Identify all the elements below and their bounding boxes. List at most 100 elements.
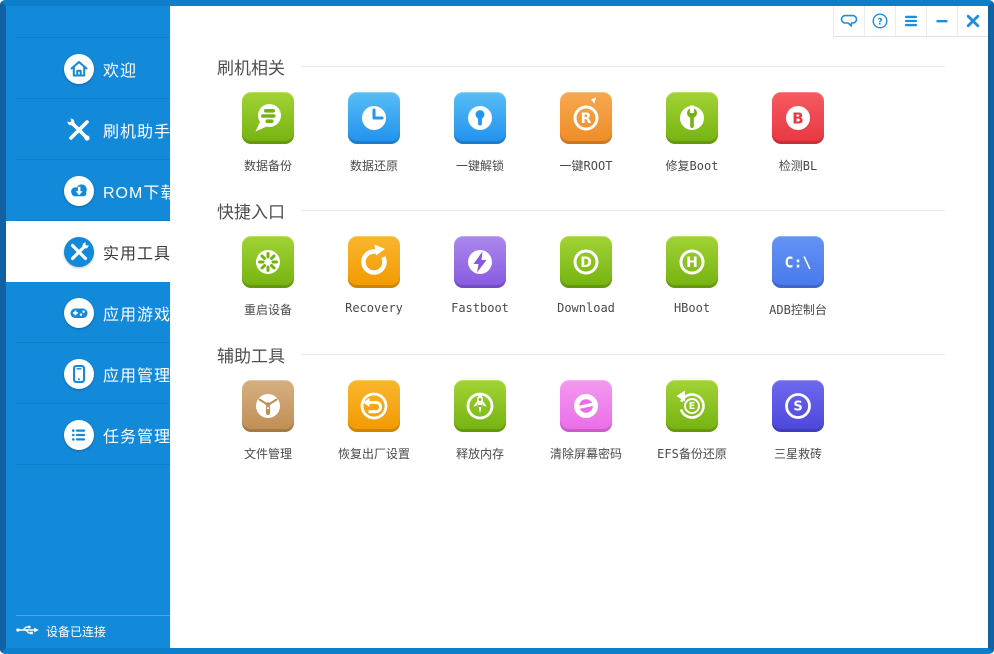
free-memory-icon xyxy=(454,380,506,432)
device-status-bar: 设备已连接 xyxy=(6,615,170,648)
tool-one-key-root[interactable]: R 一键ROOT xyxy=(533,92,639,174)
tool-recovery[interactable]: Recovery xyxy=(321,236,427,318)
tool-free-memory[interactable]: 释放内存 xyxy=(427,380,533,462)
minimize-icon[interactable] xyxy=(926,6,957,36)
sidebar-item-label: 刷机助手 xyxy=(103,118,171,142)
tool-one-key-unlock[interactable]: 一键解锁 xyxy=(427,92,533,174)
file-manager-icon xyxy=(242,380,294,432)
gamepad-icon xyxy=(64,298,94,328)
svg-text:C:\: C:\ xyxy=(784,253,811,271)
feedback-chat-icon[interactable] xyxy=(833,6,864,36)
tool-label: 一键ROOT xyxy=(560,157,613,174)
main-panel: ? 刷机相关 xyxy=(170,6,988,648)
home-icon xyxy=(64,54,94,84)
tool-fix-boot[interactable]: 修复Boot xyxy=(639,92,745,174)
section-title: 辅助工具 xyxy=(217,342,285,367)
section-quick-entry: 快捷入口 xyxy=(217,200,988,318)
hboot-mode-icon: H xyxy=(666,236,718,288)
task-list-icon xyxy=(64,420,94,450)
clear-password-icon xyxy=(560,380,612,432)
tool-label: Download xyxy=(557,301,615,315)
section-header: 快捷入口 xyxy=(217,200,988,220)
data-restore-icon xyxy=(348,92,400,144)
svg-text:?: ? xyxy=(877,17,882,27)
sidebar-item-label: 任务管理 xyxy=(103,423,171,447)
sidebar-item-rom-download[interactable]: ROM下载 xyxy=(6,160,170,221)
recovery-mode-icon xyxy=(348,236,400,288)
utility-tools-icon xyxy=(64,237,94,267)
tools-content: 刷机相关 数 xyxy=(170,6,988,462)
tool-reboot-device[interactable]: 重启设备 xyxy=(215,236,321,318)
tool-label: EFS备份还原 xyxy=(657,445,727,462)
tool-row: 文件管理 恢复出厂设置 xyxy=(215,380,988,462)
tool-clear-password[interactable]: 清除屏幕密码 xyxy=(533,380,639,462)
sidebar-item-apps-games[interactable]: 应用游戏 xyxy=(6,282,170,343)
titlebar-controls: ? xyxy=(833,6,988,37)
tool-data-restore[interactable]: 数据还原 xyxy=(321,92,427,174)
sidebar-item-label: ROM下载 xyxy=(103,179,177,203)
sidebar-item-label: 实用工具 xyxy=(103,240,171,264)
help-icon[interactable]: ? xyxy=(864,6,895,36)
tool-fastboot[interactable]: Fastboot xyxy=(427,236,533,318)
efs-backup-icon: E xyxy=(666,380,718,432)
tool-label: 恢复出厂设置 xyxy=(338,445,410,462)
section-header: 辅助工具 xyxy=(217,344,988,364)
sidebar-item-app-management[interactable]: 应用管理 xyxy=(6,343,170,404)
tool-data-backup[interactable]: 数据备份 xyxy=(215,92,321,174)
fix-boot-icon xyxy=(666,92,718,144)
tool-label: 三星救砖 xyxy=(774,445,822,462)
tool-label: 清除屏幕密码 xyxy=(550,445,622,462)
tool-download-mode[interactable]: D Download xyxy=(533,236,639,318)
check-bl-icon: B xyxy=(772,92,824,144)
svg-text:S: S xyxy=(793,399,802,414)
tool-row: 数据备份 数据还原 xyxy=(215,92,988,174)
tool-label: 释放内存 xyxy=(456,445,504,462)
tool-label: HBoot xyxy=(674,301,710,315)
tool-efs-backup[interactable]: E EFS备份还原 xyxy=(639,380,745,462)
sidebar-item-label: 应用管理 xyxy=(103,362,171,386)
factory-reset-icon xyxy=(348,380,400,432)
tool-label: Recovery xyxy=(345,301,403,315)
svg-text:B: B xyxy=(792,109,803,127)
sidebar-item-flash-assistant[interactable]: 刷机助手 xyxy=(6,99,170,160)
device-status-text: 设备已连接 xyxy=(46,623,106,640)
section-divider xyxy=(301,354,945,355)
tool-label: 一键解锁 xyxy=(456,157,504,174)
tool-label: 修复Boot xyxy=(666,157,719,174)
tool-adb-console[interactable]: C:\ ADB控制台 xyxy=(745,236,851,318)
tool-label: 数据备份 xyxy=(244,157,292,174)
sidebar-spacer xyxy=(6,6,170,38)
section-divider xyxy=(301,210,945,211)
sidebar-item-utilities[interactable]: 实用工具 xyxy=(6,221,170,282)
svg-text:E: E xyxy=(689,401,696,412)
tool-file-manager[interactable]: 文件管理 xyxy=(215,380,321,462)
cloud-download-icon xyxy=(64,176,94,206)
close-icon[interactable] xyxy=(957,6,988,36)
section-auxiliary: 辅助工具 xyxy=(217,344,988,462)
tool-label: ADB控制台 xyxy=(769,301,827,318)
sidebar: 欢迎 刷机助手 ROM下载 xyxy=(6,6,170,648)
app-window: 欢迎 刷机助手 ROM下载 xyxy=(0,0,994,654)
menu-icon[interactable] xyxy=(895,6,926,36)
tool-hboot[interactable]: H HBoot xyxy=(639,236,745,318)
section-title: 快捷入口 xyxy=(217,198,285,223)
section-divider xyxy=(301,66,945,67)
tool-factory-reset[interactable]: 恢复出厂设置 xyxy=(321,380,427,462)
tool-label: 文件管理 xyxy=(244,445,292,462)
svg-text:D: D xyxy=(580,255,592,271)
tool-check-bl[interactable]: B 检测BL xyxy=(745,92,851,174)
tool-label: Fastboot xyxy=(451,301,509,315)
svg-text:H: H xyxy=(686,255,698,271)
fastboot-mode-icon xyxy=(454,236,506,288)
sidebar-item-welcome[interactable]: 欢迎 xyxy=(6,38,170,99)
adb-console-icon: C:\ xyxy=(772,236,824,288)
data-backup-icon xyxy=(242,92,294,144)
section-header: 刷机相关 xyxy=(217,56,988,76)
tool-row: 重启设备 Recovery xyxy=(215,236,988,318)
tool-samsung-unbrick[interactable]: S 三星救砖 xyxy=(745,380,851,462)
tool-label: 数据还原 xyxy=(350,157,398,174)
flash-tools-icon xyxy=(64,115,94,145)
reboot-device-icon xyxy=(242,236,294,288)
sidebar-item-task-management[interactable]: 任务管理 xyxy=(6,404,170,465)
download-mode-icon: D xyxy=(560,236,612,288)
